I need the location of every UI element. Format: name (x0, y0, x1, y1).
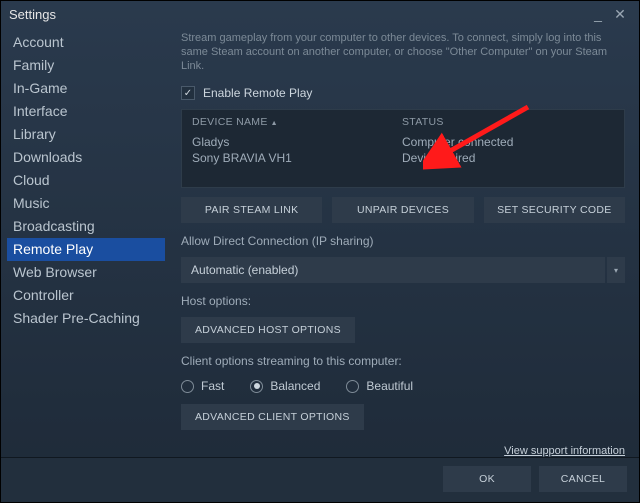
sidebar-item-shader-pre-caching[interactable]: Shader Pre-Caching (7, 307, 163, 330)
settings-sidebar: Account Family In-Game Interface Library… (1, 27, 163, 457)
window-title: Settings (9, 7, 56, 22)
advanced-host-options-button[interactable]: ADVANCED HOST OPTIONS (181, 317, 355, 343)
column-header-device-name[interactable]: DEVICE NAME▲ (192, 116, 402, 128)
radio-fast[interactable]: Fast (181, 379, 224, 393)
chevron-down-icon: ▾ (614, 266, 618, 275)
sidebar-item-in-game[interactable]: In-Game (7, 77, 163, 100)
radio-icon (250, 380, 263, 393)
sidebar-item-interface[interactable]: Interface (7, 100, 163, 123)
unpair-devices-button[interactable]: UNPAIR DEVICES (332, 197, 473, 223)
sidebar-item-music[interactable]: Music (7, 192, 163, 215)
radio-beautiful[interactable]: Beautiful (346, 379, 413, 393)
sidebar-item-web-browser[interactable]: Web Browser (7, 261, 163, 284)
help-text: Stream gameplay from your computer to ot… (181, 31, 625, 73)
titlebar: Settings _ ✕ (1, 1, 639, 27)
view-support-link[interactable]: View support information (504, 445, 625, 457)
device-status-cell: Device paired (402, 151, 614, 165)
direct-connection-label: Allow Direct Connection (IP sharing) (181, 234, 625, 248)
dialog-footer: OK CANCEL (1, 457, 639, 502)
client-options-label: Client options streaming to this compute… (181, 354, 625, 368)
sidebar-item-family[interactable]: Family (7, 54, 163, 77)
settings-window: Settings _ ✕ Account Family In-Game Inte… (0, 0, 640, 503)
radio-balanced[interactable]: Balanced (250, 379, 320, 393)
ok-button[interactable]: OK (443, 466, 531, 492)
select-dropdown-button[interactable]: ▾ (607, 257, 625, 283)
sidebar-item-controller[interactable]: Controller (7, 284, 163, 307)
close-button[interactable]: ✕ (609, 6, 631, 23)
radio-icon (181, 380, 194, 393)
content-panel: Stream gameplay from your computer to ot… (163, 27, 639, 457)
sidebar-item-cloud[interactable]: Cloud (7, 169, 163, 192)
sidebar-item-library[interactable]: Library (7, 123, 163, 146)
device-name-cell: Sony BRAVIA VH1 (192, 151, 402, 165)
device-name-cell: Gladys (192, 135, 402, 149)
host-options-label: Host options: (181, 294, 625, 308)
sort-asc-icon: ▲ (271, 120, 278, 127)
sidebar-item-remote-play[interactable]: Remote Play (7, 238, 165, 261)
column-header-status[interactable]: STATUS (402, 116, 614, 128)
set-security-code-button[interactable]: SET SECURITY CODE (484, 197, 625, 223)
minimize-button[interactable]: _ (587, 6, 609, 22)
advanced-client-options-button[interactable]: ADVANCED CLIENT OPTIONS (181, 404, 364, 430)
cancel-button[interactable]: CANCEL (539, 466, 627, 492)
devices-table: DEVICE NAME▲ STATUS Gladys Computer conn… (181, 109, 625, 188)
sidebar-item-downloads[interactable]: Downloads (7, 146, 163, 169)
checkbox-icon: ✓ (181, 86, 195, 100)
client-quality-radio-group: Fast Balanced Beautiful (181, 377, 625, 395)
direct-connection-select[interactable]: Automatic (enabled) (181, 257, 605, 283)
table-row[interactable]: Sony BRAVIA VH1 Device paired (182, 150, 624, 166)
radio-icon (346, 380, 359, 393)
enable-remote-play-label: Enable Remote Play (203, 86, 312, 100)
table-row[interactable]: Gladys Computer connected (182, 134, 624, 150)
device-status-cell: Computer connected (402, 135, 614, 149)
enable-remote-play-checkbox[interactable]: ✓ Enable Remote Play (181, 86, 625, 100)
sidebar-item-account[interactable]: Account (7, 31, 163, 54)
pair-steam-link-button[interactable]: PAIR STEAM LINK (181, 197, 322, 223)
sidebar-item-broadcasting[interactable]: Broadcasting (7, 215, 163, 238)
